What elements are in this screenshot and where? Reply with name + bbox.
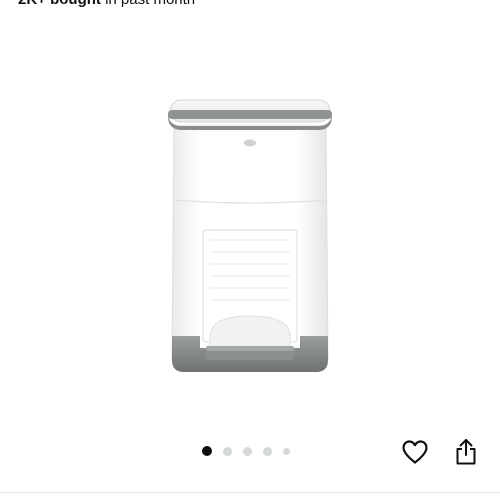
purchase-count: 2K+ bought bbox=[18, 0, 101, 8]
carousel-dot-5[interactable] bbox=[283, 447, 290, 455]
carousel-dot-3[interactable] bbox=[243, 446, 252, 456]
divider bbox=[0, 492, 500, 493]
carousel-dot-2[interactable] bbox=[223, 446, 232, 456]
purchase-period: in past month bbox=[101, 0, 195, 8]
heart-outline-icon bbox=[402, 440, 428, 464]
carousel-indicator[interactable] bbox=[202, 444, 290, 458]
share-button[interactable] bbox=[449, 436, 483, 468]
carousel-dot-1[interactable] bbox=[202, 446, 212, 456]
carousel-dot-4[interactable] bbox=[263, 446, 272, 456]
purchase-count-text: 2K+ bought in past month bbox=[18, 0, 195, 9]
wishlist-button[interactable] bbox=[398, 436, 432, 468]
product-gallery: 2K+ bought in past month bbox=[0, 0, 500, 500]
share-icon bbox=[456, 439, 476, 465]
product-image[interactable] bbox=[140, 90, 360, 380]
